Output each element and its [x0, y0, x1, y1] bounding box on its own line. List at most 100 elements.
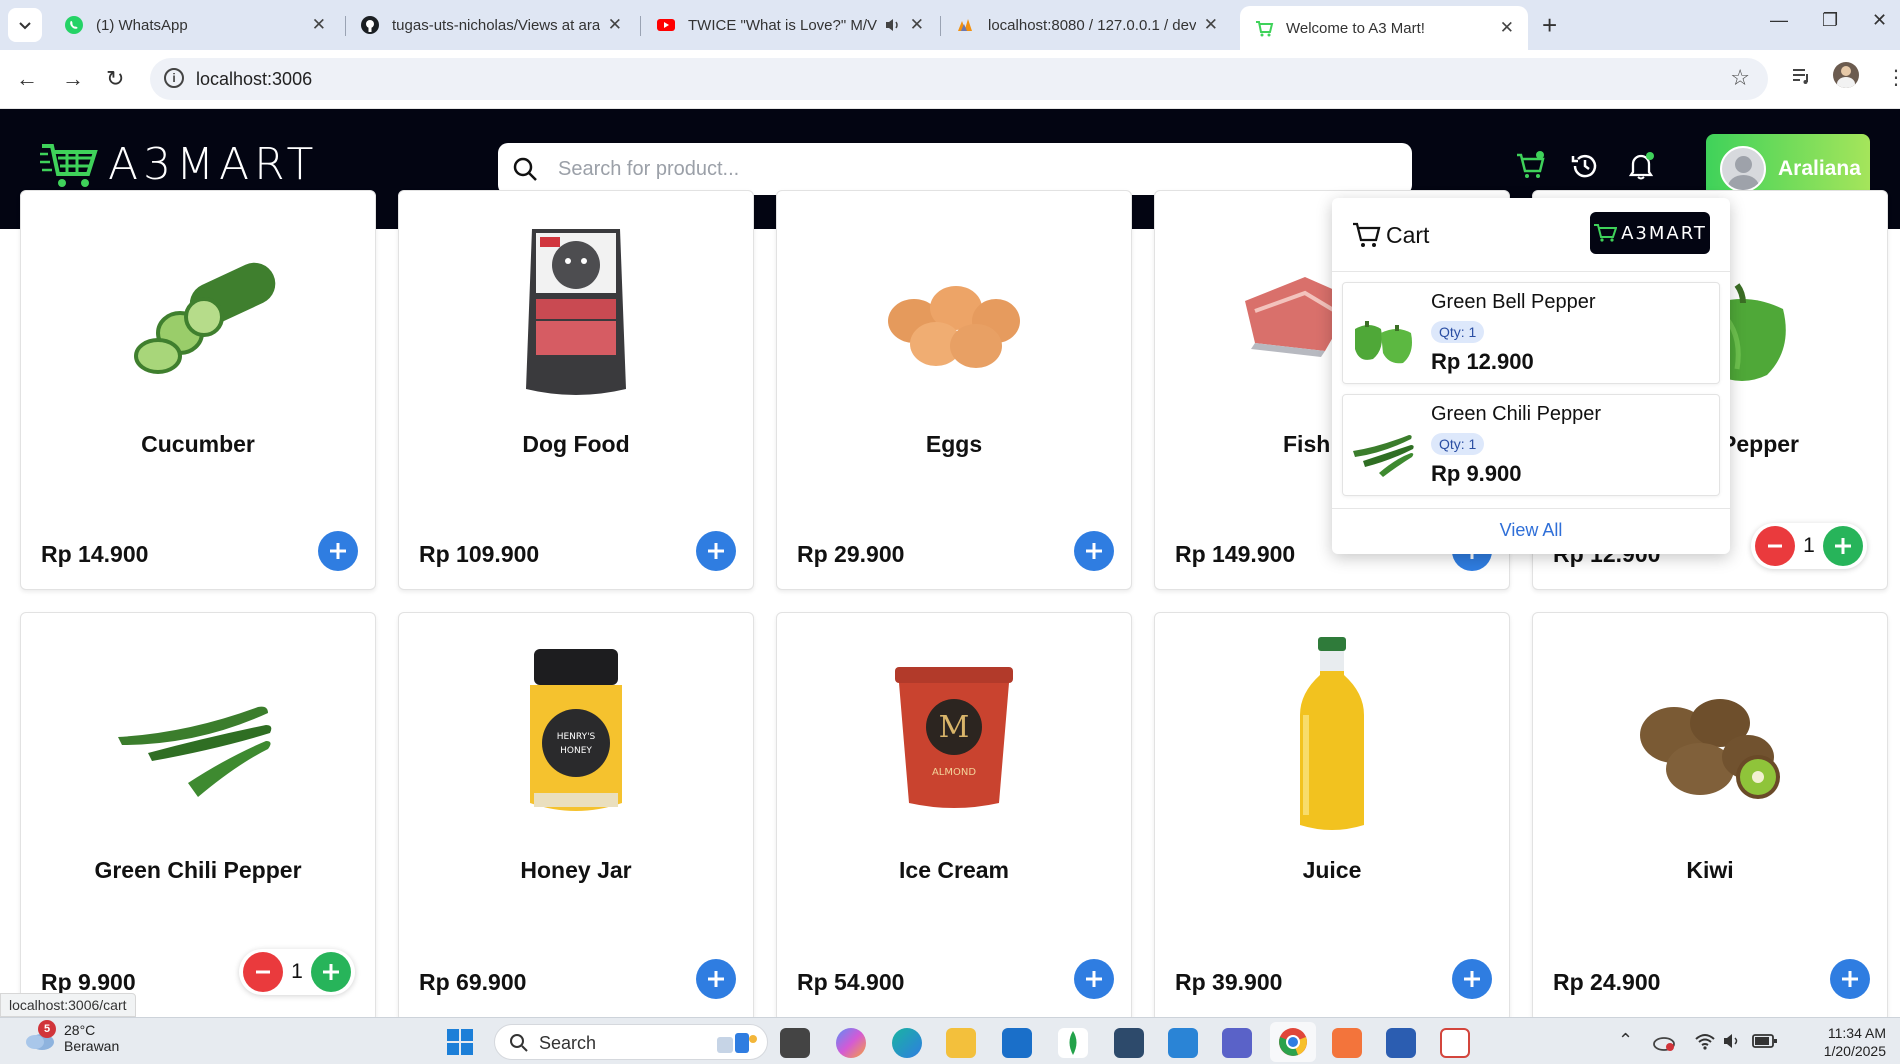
back-button[interactable]: ← [16, 66, 38, 92]
windows-start-icon[interactable] [446, 1028, 474, 1056]
search-input[interactable] [558, 153, 1388, 185]
product-card[interactable]: Cucumber Rp 14.900 [20, 190, 376, 590]
address-bar[interactable]: i localhost:3006 ☆ [150, 58, 1768, 100]
bookmark-star-icon[interactable]: ☆ [1730, 65, 1750, 91]
tab-a3mart[interactable]: Welcome to A3 Mart! ✕ [1240, 6, 1528, 50]
tab-github[interactable]: tugas-uts-nicholas/Views at ara ✕ [346, 8, 636, 42]
add-to-cart-button[interactable] [1830, 959, 1870, 999]
restore-button[interactable]: ❐ [1822, 10, 1838, 31]
vscode-icon[interactable] [1168, 1028, 1198, 1058]
wifi-icon[interactable] [1694, 1032, 1716, 1050]
edge-icon[interactable] [892, 1028, 922, 1058]
cart-item[interactable]: Green Chili Pepper Qty: 1 Rp 9.900 [1342, 394, 1720, 496]
product-price: Rp 14.900 [41, 541, 149, 567]
task-view-icon[interactable] [780, 1028, 810, 1058]
product-card[interactable]: Eggs Rp 29.900 [776, 190, 1132, 590]
mysql-workbench-icon[interactable] [1114, 1028, 1144, 1058]
weather-widget[interactable]: 5 28°C Berawan [24, 1020, 119, 1054]
speaker-icon[interactable] [884, 16, 902, 34]
github-icon [361, 16, 379, 34]
a3mart-logo[interactable]: A3MART [40, 139, 318, 190]
browser-toolbar: ← → ↻ i localhost:3006 ☆ ⋮ [0, 50, 1900, 109]
snipping-tool-icon[interactable] [1440, 1028, 1470, 1058]
add-to-cart-button[interactable] [318, 531, 358, 571]
product-card[interactable]: Juice Rp 39.900 [1154, 612, 1510, 1022]
add-to-cart-button[interactable] [1074, 959, 1114, 999]
chevron-up-icon[interactable]: ⌃ [1618, 1030, 1633, 1051]
plus-icon [323, 964, 339, 980]
minimize-button[interactable]: — [1770, 10, 1788, 31]
quantity-stepper[interactable]: 1 [239, 949, 355, 995]
system-clock[interactable]: 11:34 AM 1/20/2025 [1800, 1024, 1886, 1060]
cart-item[interactable]: Green Bell Pepper Qty: 1 Rp 12.900 [1342, 282, 1720, 384]
product-card[interactable]: Kiwi Rp 24.900 [1532, 612, 1888, 1022]
decrease-quantity-button[interactable] [243, 952, 283, 992]
media-control-icon[interactable] [1790, 65, 1812, 87]
tab-search-button[interactable] [8, 8, 42, 42]
tab-divider [940, 16, 941, 36]
tab-whatsapp[interactable]: (1) WhatsApp ✕ [50, 8, 340, 42]
product-card[interactable]: HENRY'S HONEY Honey Jar Rp 69.900 [398, 612, 754, 1022]
product-image-green-chili-pepper [21, 693, 375, 803]
search-highlight-icon [717, 1033, 757, 1053]
onedrive-icon[interactable] [1652, 1032, 1676, 1052]
quantity-value: 1 [1803, 534, 1815, 557]
forward-button[interactable]: → [62, 66, 84, 92]
add-to-cart-button[interactable] [1452, 959, 1492, 999]
a3mart-icon [1256, 21, 1274, 37]
reload-button[interactable]: ↻ [106, 66, 124, 92]
clock-date: 1/20/2025 [1823, 1043, 1886, 1059]
product-search-bar[interactable] [498, 143, 1412, 195]
file-explorer-icon[interactable] [946, 1028, 976, 1058]
outlook-icon[interactable] [1002, 1028, 1032, 1058]
browser-tab-strip: (1) WhatsApp ✕ tugas-uts-nicholas/Views … [0, 0, 1900, 50]
quantity-stepper[interactable]: 1 [1751, 523, 1867, 569]
close-icon[interactable]: ✕ [1204, 15, 1218, 35]
cart-logo-icon [40, 143, 98, 187]
kebab-menu-icon[interactable]: ⋮ [1886, 65, 1900, 90]
battery-icon[interactable] [1752, 1033, 1778, 1049]
close-window-button[interactable]: ✕ [1872, 10, 1887, 31]
cart-item-price: Rp 9.900 [1431, 461, 1522, 486]
cart-button[interactable] [1516, 151, 1546, 186]
product-card[interactable]: M ALMOND Ice Cream Rp 54.900 [776, 612, 1132, 1022]
view-all-link[interactable]: View All [1332, 508, 1730, 554]
tab-phpmyadmin[interactable]: localhost:8080 / 127.0.0.1 / dev ✕ [942, 8, 1232, 42]
word-icon[interactable] [1386, 1028, 1416, 1058]
taskbar-search[interactable]: Search [494, 1024, 768, 1060]
mongodb-icon[interactable] [1058, 1028, 1088, 1058]
add-to-cart-button[interactable] [1074, 531, 1114, 571]
close-icon[interactable]: ✕ [1500, 18, 1514, 38]
new-tab-button[interactable]: + [1542, 10, 1557, 41]
temperature: 28°C [64, 1022, 96, 1038]
product-name: Eggs [925, 431, 983, 457]
close-icon[interactable]: ✕ [312, 15, 326, 35]
close-icon[interactable]: ✕ [910, 15, 924, 35]
product-card[interactable]: Dog Food Rp 109.900 [398, 190, 754, 590]
copilot-icon[interactable] [836, 1028, 866, 1058]
tab-youtube[interactable]: TWICE "What is Love?" M/V ✕ [642, 8, 938, 42]
xampp-icon[interactable] [1332, 1028, 1362, 1058]
order-history-button[interactable] [1570, 151, 1600, 186]
increase-quantity-button[interactable] [1823, 526, 1863, 566]
decrease-quantity-button[interactable] [1755, 526, 1795, 566]
add-to-cart-button[interactable] [696, 959, 736, 999]
notifications-button[interactable] [1626, 151, 1656, 186]
close-icon[interactable]: ✕ [608, 15, 622, 35]
product-price: Rp 29.900 [797, 541, 905, 567]
product-name: Juice [1302, 857, 1362, 883]
increase-quantity-button[interactable] [311, 952, 351, 992]
svg-text:HENRY'S: HENRY'S [557, 732, 596, 742]
product-card[interactable]: Green Chili Pepper Rp 9.900 1 [20, 612, 376, 1022]
cart-item-name: Green Chili Pepper [1431, 403, 1602, 425]
logo-text: A3MART [1621, 222, 1707, 244]
product-price: Rp 109.900 [419, 541, 540, 567]
volume-icon[interactable] [1722, 1032, 1744, 1050]
site-info-icon[interactable]: i [164, 68, 184, 88]
add-to-cart-button[interactable] [696, 531, 736, 571]
url-text[interactable]: localhost:3006 [196, 69, 312, 90]
profile-avatar[interactable] [1833, 62, 1859, 88]
shopping-cart-icon [1517, 151, 1545, 178]
chrome-taskbar-active[interactable] [1270, 1022, 1316, 1062]
teams-icon[interactable] [1222, 1028, 1252, 1058]
